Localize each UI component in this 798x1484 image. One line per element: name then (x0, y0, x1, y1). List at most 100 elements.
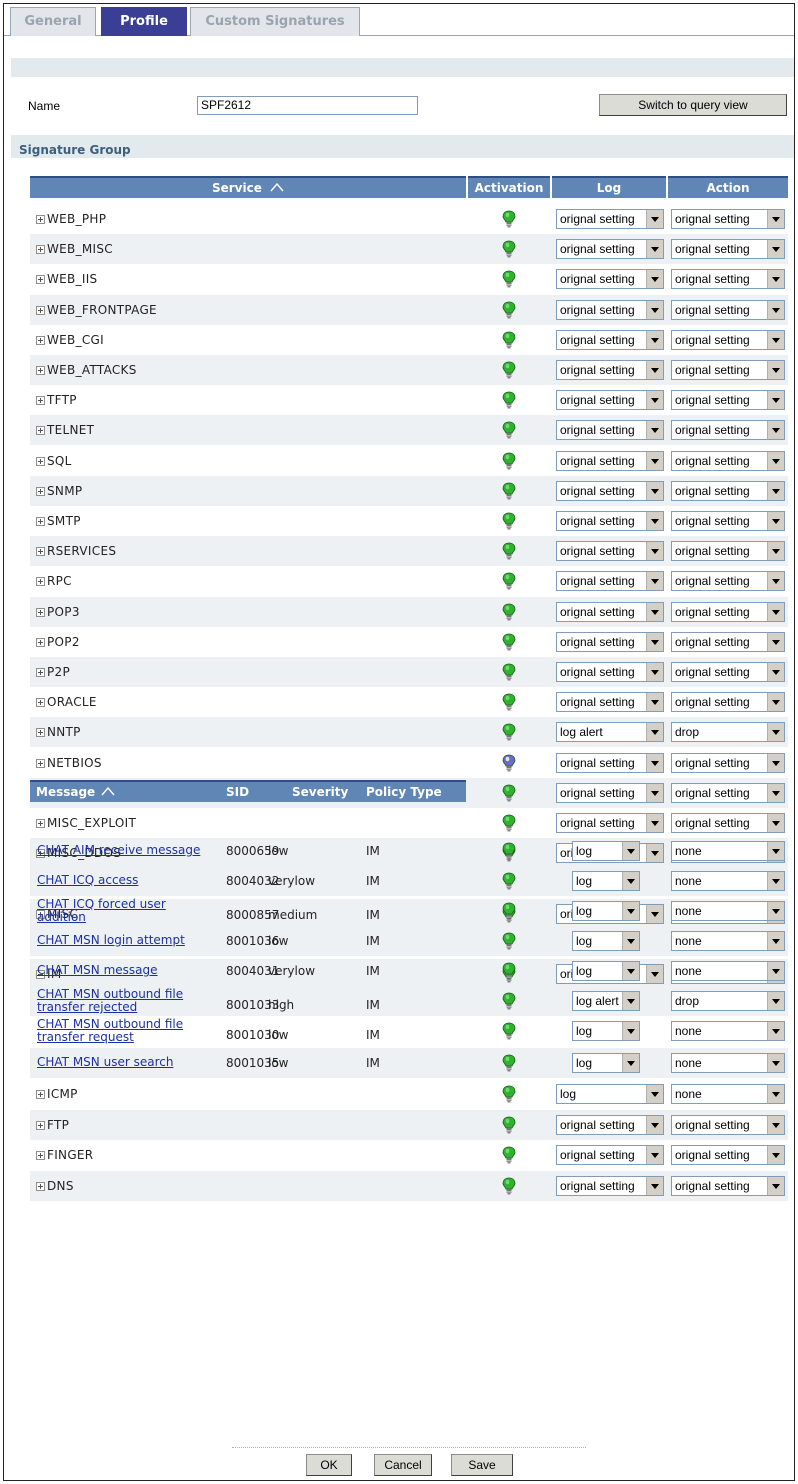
action-select[interactable]: orignal setting (671, 420, 785, 441)
log-select[interactable]: orignal setting (556, 299, 664, 320)
lightbulb-on-icon[interactable] (501, 784, 517, 802)
expand-icon[interactable] (36, 517, 45, 526)
chevron-down-icon[interactable] (767, 962, 784, 980)
chevron-down-icon[interactable] (646, 481, 663, 500)
chevron-down-icon[interactable] (767, 210, 784, 228)
expand-icon[interactable] (36, 819, 45, 828)
lightbulb-on-icon[interactable] (501, 932, 517, 950)
service-cell[interactable]: POP2 (36, 635, 80, 649)
log-select[interactable]: orignal setting (556, 450, 664, 471)
chevron-down-icon[interactable] (646, 1115, 663, 1134)
chevron-down-icon[interactable] (767, 1022, 784, 1040)
expand-icon[interactable] (36, 547, 45, 557)
switch-query-view-button[interactable]: Switch to query view (599, 94, 787, 116)
tab-general[interactable]: General (10, 7, 96, 36)
service-cell[interactable]: WEB_MISC (36, 242, 113, 256)
expand-icon[interactable] (36, 215, 45, 224)
expand-icon[interactable] (36, 728, 45, 738)
action-select[interactable]: orignal setting (671, 752, 785, 773)
log-select[interactable]: log alert (556, 722, 664, 743)
action-select[interactable]: orignal setting (671, 813, 785, 833)
log-select[interactable]: log alert (572, 991, 640, 1011)
lightbulb-on-icon[interactable] (501, 512, 517, 530)
log-select[interactable]: orignal setting (556, 269, 664, 290)
log-select[interactable]: orignal setting (556, 813, 664, 833)
action-select[interactable]: orignal setting (671, 329, 785, 350)
message-link[interactable]: CHAT AIM receive message (37, 844, 237, 857)
chevron-down-icon[interactable] (767, 512, 784, 530)
service-cell[interactable]: WEB_ATTACKS (36, 363, 137, 377)
chevron-down-icon[interactable] (767, 992, 784, 1010)
chevron-down-icon[interactable] (767, 842, 784, 860)
service-cell[interactable]: SNMP (36, 484, 82, 498)
chevron-down-icon[interactable] (622, 932, 639, 950)
chevron-down-icon[interactable] (646, 663, 663, 681)
expand-icon[interactable] (36, 486, 45, 496)
service-cell[interactable]: TELNET (36, 423, 94, 437)
lightbulb-on-icon[interactable] (501, 723, 517, 741)
service-cell[interactable]: NETBIOS (36, 756, 102, 770)
chevron-down-icon[interactable] (767, 330, 784, 349)
expand-icon[interactable] (36, 637, 45, 647)
lightbulb-on-icon[interactable] (501, 482, 517, 500)
log-select[interactable]: orignal setting (556, 239, 664, 260)
lightbulb-on-icon[interactable] (501, 1085, 517, 1103)
service-cell[interactable]: NNTP (36, 725, 81, 739)
chevron-down-icon[interactable] (767, 542, 784, 561)
message-link[interactable]: CHAT ICQ access (37, 874, 237, 887)
service-cell[interactable]: POP3 (36, 605, 80, 619)
service-cell[interactable]: DNS (36, 1179, 74, 1193)
chevron-down-icon[interactable] (767, 451, 784, 470)
chevron-down-icon[interactable] (767, 240, 784, 259)
log-select[interactable]: orignal setting (556, 571, 664, 592)
lightbulb-on-icon[interactable] (501, 1146, 517, 1164)
chevron-down-icon[interactable] (767, 632, 784, 651)
expand-icon[interactable] (36, 607, 45, 617)
log-select[interactable]: log (572, 871, 640, 891)
chevron-down-icon[interactable] (646, 572, 663, 591)
action-select[interactable]: none (671, 961, 785, 981)
name-input[interactable]: SPF2612 (197, 96, 418, 115)
expand-icon[interactable] (36, 758, 45, 768)
chevron-down-icon[interactable] (622, 902, 639, 920)
expand-icon[interactable] (36, 577, 45, 587)
lightbulb-on-icon[interactable] (501, 872, 517, 890)
message-link[interactable]: CHAT MSN outbound file transfer request (37, 1018, 207, 1044)
lightbulb-on-icon[interactable] (501, 814, 517, 832)
lightbulb-on-icon[interactable] (501, 361, 517, 379)
chevron-down-icon[interactable] (767, 1115, 784, 1134)
cancel-button[interactable]: Cancel (374, 1454, 432, 1476)
service-cell[interactable]: WEB_PHP (36, 212, 106, 226)
lightbulb-on-icon[interactable] (501, 962, 517, 980)
chevron-down-icon[interactable] (622, 1054, 639, 1072)
log-select[interactable]: orignal setting (556, 480, 664, 501)
chevron-down-icon[interactable] (646, 783, 663, 802)
chevron-down-icon[interactable] (646, 270, 663, 289)
message-link[interactable]: CHAT MSN message (37, 964, 237, 977)
service-cell[interactable]: SQL (36, 454, 72, 468)
chevron-down-icon[interactable] (646, 421, 663, 440)
chevron-down-icon[interactable] (646, 240, 663, 259)
chevron-down-icon[interactable] (767, 932, 784, 950)
lightbulb-on-icon[interactable] (501, 240, 517, 258)
chevron-down-icon[interactable] (646, 632, 663, 651)
chevron-down-icon[interactable] (646, 542, 663, 561)
action-select[interactable]: drop (671, 722, 785, 743)
service-cell[interactable]: MISC_EXPLOIT (36, 816, 136, 830)
lightbulb-on-icon[interactable] (501, 663, 517, 681)
expand-icon[interactable] (36, 305, 45, 315)
expand-icon[interactable] (36, 1090, 45, 1099)
action-select[interactable]: orignal setting (671, 662, 785, 682)
expand-icon[interactable] (36, 1120, 45, 1130)
chevron-down-icon[interactable] (767, 1176, 784, 1195)
tab-custom-signatures[interactable]: Custom Signatures (190, 7, 360, 36)
log-select[interactable]: orignal setting (556, 1175, 664, 1196)
log-select[interactable]: log (572, 1021, 640, 1041)
log-select[interactable]: log (572, 931, 640, 951)
lightbulb-on-icon[interactable] (501, 1022, 517, 1040)
action-select[interactable]: none (671, 931, 785, 951)
chevron-down-icon[interactable] (622, 1022, 639, 1040)
chevron-down-icon[interactable] (767, 753, 784, 772)
lightbulb-on-icon[interactable] (501, 633, 517, 651)
log-select[interactable]: log (572, 841, 640, 861)
